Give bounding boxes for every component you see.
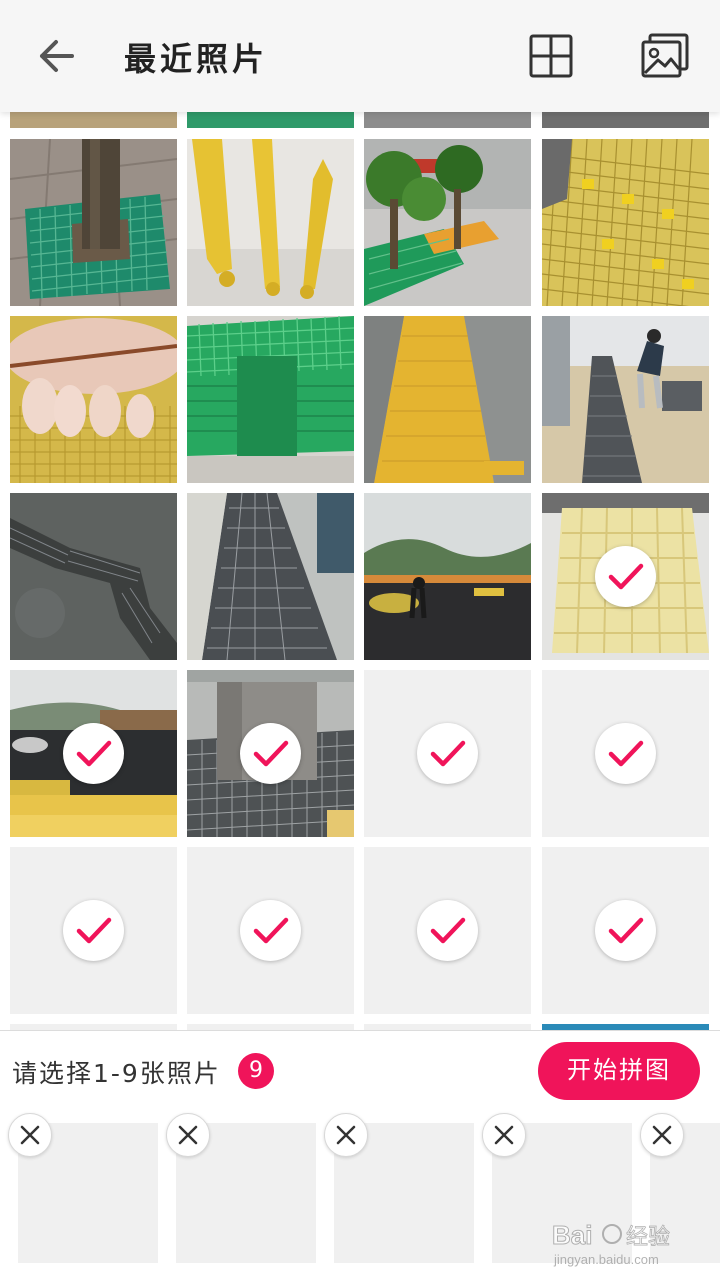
svg-text:经验: 经验 — [626, 1225, 670, 1250]
top-bar: 最近照片 — [0, 0, 720, 112]
remove-thumb-button[interactable] — [166, 1113, 210, 1157]
checkmark-icon — [608, 917, 644, 944]
grid-icon — [529, 34, 573, 78]
check-mark[interactable] — [595, 546, 656, 607]
photo-yellow-floor — [364, 316, 531, 483]
checkmark-icon — [608, 563, 644, 590]
check-mark[interactable] — [63, 723, 124, 784]
start-collage-button[interactable]: 开始拼图 — [538, 1042, 700, 1100]
check-mark[interactable] — [595, 723, 656, 784]
photo-yellow-wall — [542, 139, 709, 306]
svg-text:jingyan.baidu.com: jingyan.baidu.com — [553, 1252, 659, 1267]
photo-drainage — [187, 493, 354, 660]
photo-planters — [364, 139, 531, 306]
photo-piglets — [10, 316, 177, 483]
close-icon — [20, 1125, 40, 1145]
photo-tile[interactable] — [187, 670, 354, 837]
photo-tile[interactable] — [10, 493, 177, 660]
gallery-button[interactable] — [640, 33, 690, 79]
check-mark[interactable] — [240, 723, 301, 784]
remove-thumb-button[interactable] — [482, 1113, 526, 1157]
close-icon — [652, 1125, 672, 1145]
checkmark-icon — [76, 917, 112, 944]
remove-thumb-button[interactable] — [8, 1113, 52, 1157]
check-mark[interactable] — [417, 900, 478, 961]
back-button[interactable] — [30, 32, 82, 80]
photo-tile[interactable] — [10, 670, 177, 837]
arrow-left-icon — [40, 40, 74, 72]
photo-tile-placeholder[interactable] — [542, 670, 709, 837]
checkmark-icon — [253, 740, 289, 767]
check-mark[interactable] — [417, 723, 478, 784]
photo-tile[interactable] — [187, 139, 354, 306]
photo-tile-placeholder[interactable] — [364, 847, 531, 1014]
photo-tile[interactable] — [542, 316, 709, 483]
close-icon — [178, 1125, 198, 1145]
check-mark[interactable] — [63, 900, 124, 961]
photo-tile[interactable] — [542, 139, 709, 306]
photo-tile-placeholder[interactable] — [10, 847, 177, 1014]
photo-tile-placeholder[interactable] — [364, 670, 531, 837]
photo-worker-trench — [542, 316, 709, 483]
check-mark[interactable] — [240, 900, 301, 961]
checkmark-icon — [608, 740, 644, 767]
selection-prompt: 请选择1-9张照片 — [12, 1059, 221, 1088]
photo-grid — [0, 0, 720, 1030]
grid-view-button[interactable] — [528, 33, 574, 79]
photo-yellow-posts — [187, 139, 354, 306]
checkmark-icon — [76, 740, 112, 767]
photo-tile[interactable] — [187, 493, 354, 660]
selection-count-badge: 9 — [238, 1053, 274, 1089]
checkmark-icon — [430, 917, 466, 944]
remove-thumb-button[interactable] — [324, 1113, 368, 1157]
photo-tile[interactable] — [187, 316, 354, 483]
page-title: 最近照片 — [124, 40, 269, 78]
gallery-icon — [641, 33, 689, 78]
checkmark-icon — [430, 740, 466, 767]
photo-tile[interactable] — [364, 316, 531, 483]
photo-tile[interactable] — [10, 139, 177, 306]
photo-tile-placeholder[interactable] — [542, 847, 709, 1014]
check-mark[interactable] — [595, 900, 656, 961]
photo-tile-placeholder[interactable] — [187, 847, 354, 1014]
baidu-jingyan-watermark: Bai 经验 jingyan.baidu.com — [550, 1212, 710, 1272]
checkmark-icon — [253, 917, 289, 944]
svg-text:Bai: Bai — [552, 1220, 592, 1250]
photo-green-grating-tree — [10, 139, 177, 306]
baidu-logo-watermark: Bai 经验 jingyan.baidu.com — [552, 1220, 671, 1268]
photo-tile[interactable] — [10, 316, 177, 483]
photo-tile[interactable] — [542, 493, 709, 660]
photo-zigzag-grating — [10, 493, 177, 660]
photo-rooftop-site — [364, 493, 531, 660]
photo-tile[interactable] — [364, 493, 531, 660]
remove-thumb-button[interactable] — [640, 1113, 684, 1157]
photo-stacked-green — [187, 316, 354, 483]
close-icon — [494, 1125, 514, 1145]
photo-tile[interactable] — [364, 139, 531, 306]
close-icon — [336, 1125, 356, 1145]
